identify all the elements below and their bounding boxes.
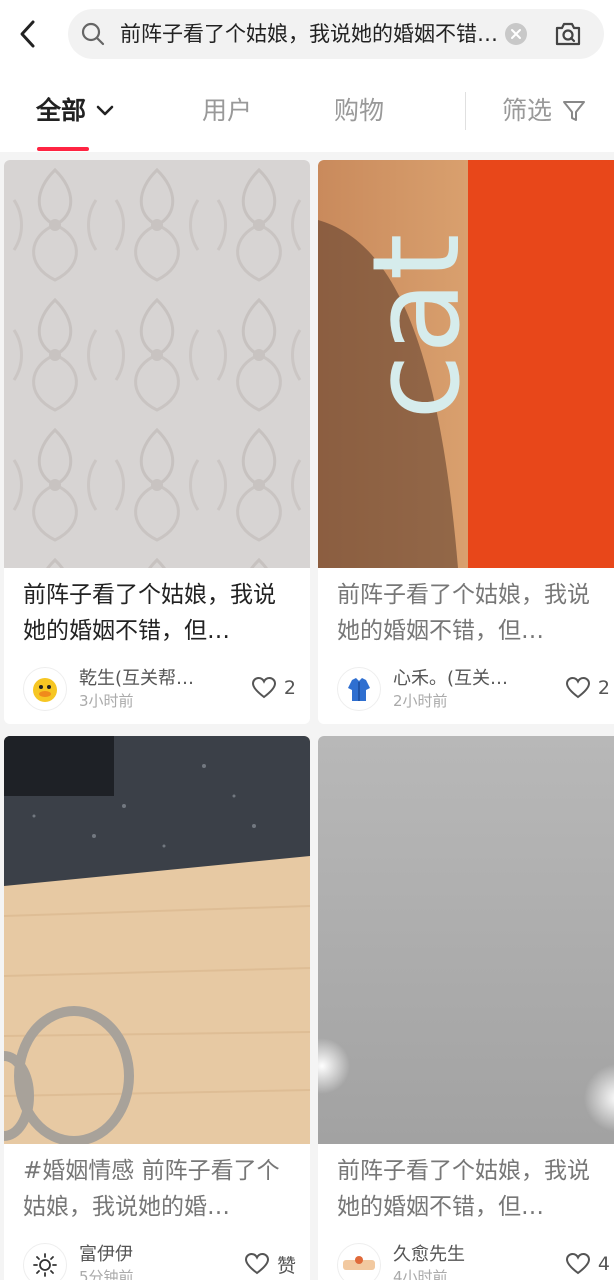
cover-handwritten-text: cat	[348, 233, 487, 420]
heart-icon	[251, 677, 276, 699]
avatar[interactable]	[23, 667, 67, 711]
note-title: 前阵子看了个姑娘，我说她的婚姻不错，但…	[23, 582, 276, 644]
search-header: 前阵子看了个姑娘，我说她的婚姻不错，但…	[0, 0, 614, 70]
note-cover-image	[4, 736, 310, 1144]
chevron-left-icon	[20, 20, 35, 48]
note-cover-image	[4, 160, 310, 568]
back-button[interactable]	[10, 16, 46, 52]
like-count: 2	[597, 677, 610, 699]
duck-avatar-icon	[33, 678, 57, 702]
active-tab-indicator	[37, 147, 89, 151]
search-input[interactable]: 前阵子看了个姑娘，我说她的婚姻不错，但…	[68, 9, 604, 59]
author-name[interactable]: 心禾。(互关…	[393, 667, 543, 691]
post-time: 3小时前	[79, 692, 134, 710]
search-query[interactable]: 前阵子看了个姑娘，我说她的婚姻不错，但…	[120, 20, 500, 48]
author-name[interactable]: 久愈先生	[393, 1243, 543, 1267]
tab-all-label: 全部	[36, 96, 87, 125]
filter-button[interactable]: 筛选	[502, 96, 586, 126]
note-card[interactable]: 前阵子看了个姑娘，我说她的婚姻不错，但… 久愈先生 4小时前 4	[318, 736, 614, 1280]
badge-avatar-icon	[343, 1256, 375, 1270]
jacket-avatar-icon	[348, 678, 370, 701]
note-cover-image: cat	[318, 160, 614, 568]
like-count: 赞	[276, 1254, 296, 1277]
note-title: 前阵子看了个姑娘，我说她的婚姻不错，但…	[337, 1158, 590, 1220]
filter-label: 筛选	[502, 96, 553, 125]
note-title: #婚姻情感 前阵子看了个姑娘，我说她的婚…	[23, 1158, 280, 1220]
heart-icon	[565, 677, 590, 699]
heart-icon	[565, 1253, 590, 1275]
author-name[interactable]: 富伊伊	[79, 1243, 229, 1267]
like-count: 4	[597, 1253, 610, 1275]
like-button[interactable]: 2	[565, 674, 610, 702]
chevron-down-icon	[96, 105, 114, 116]
magnifier-icon	[81, 22, 105, 46]
like-button[interactable]: 赞	[244, 1250, 296, 1278]
note-card[interactable]: cat 前阵子看了个姑娘，我说她的婚姻不错，但… 心禾。(互关… 2小时前 2	[318, 160, 614, 724]
sun-avatar-icon	[33, 1253, 57, 1277]
post-time: 5分钟前	[79, 1268, 134, 1280]
post-time: 4小时前	[393, 1268, 448, 1280]
note-card[interactable]: 前阵子看了个姑娘，我说她的婚姻不错，但… 乾生(互关帮… 3小时前 2	[4, 160, 310, 724]
tab-all[interactable]: 全部	[36, 96, 114, 126]
avatar[interactable]	[23, 1243, 67, 1280]
author-name[interactable]: 乾生(互关帮…	[79, 667, 229, 691]
note-title: 前阵子看了个姑娘，我说她的婚姻不错，但…	[337, 582, 590, 644]
like-button[interactable]: 2	[251, 674, 296, 702]
note-card[interactable]: #婚姻情感 前阵子看了个姑娘，我说她的婚… 富伊伊 5分钟前 赞	[4, 736, 310, 1280]
tab-users[interactable]: 用户	[202, 96, 252, 126]
note-cover-image	[318, 736, 614, 1144]
heart-icon	[244, 1253, 269, 1275]
clear-circle-icon[interactable]	[505, 23, 527, 45]
post-time: 2小时前	[393, 692, 448, 710]
like-button[interactable]: 4	[565, 1250, 610, 1278]
result-tabs: 全部 用户 购物 筛选	[0, 70, 614, 152]
camera-search-icon[interactable]	[552, 18, 584, 50]
avatar[interactable]	[337, 667, 381, 711]
tab-divider	[465, 92, 466, 130]
avatar[interactable]	[337, 1243, 381, 1280]
filter-funnel-icon	[563, 101, 586, 121]
like-count: 2	[283, 677, 296, 699]
tab-shop[interactable]: 购物	[334, 96, 384, 126]
